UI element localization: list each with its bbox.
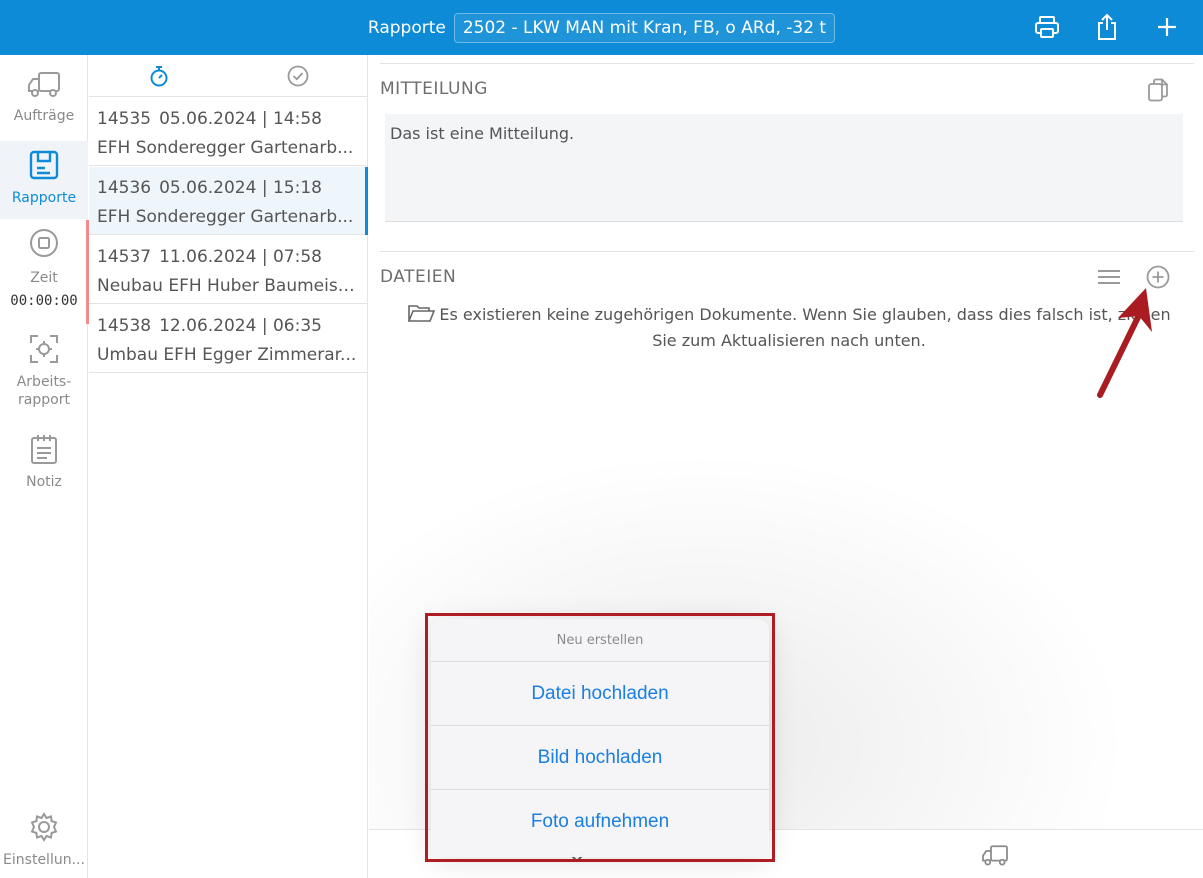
divider <box>380 63 1194 64</box>
take-photo-button[interactable]: Foto aufnehmen <box>431 790 769 854</box>
nav-label-line1: Arbeits- <box>16 374 72 390</box>
truck-icon[interactable] <box>979 842 1011 868</box>
share-icon[interactable] <box>1092 12 1122 42</box>
files-section-title: DATEIEN <box>380 267 457 287</box>
notepad-icon <box>29 433 59 469</box>
row-header: 14537 11.06.2024 | 07:58 <box>97 244 360 270</box>
nav-label: Rapporte <box>11 190 77 206</box>
report-title: EFH Sonderegger Gartenarb... <box>97 138 354 158</box>
printer-icon[interactable] <box>1032 12 1062 42</box>
list-item[interactable]: 14536 05.06.2024 | 15:18 EFH Sonderegger … <box>89 167 368 235</box>
upload-file-button[interactable]: Datei hochladen <box>431 662 769 726</box>
stop-icon <box>28 227 60 263</box>
list-item[interactable]: 14538 12.06.2024 | 06:35 Umbau EFH Egger … <box>89 305 368 373</box>
scan-icon <box>28 333 60 369</box>
page-title: Rapporte <box>367 17 446 38</box>
plus-icon[interactable] <box>1152 12 1182 42</box>
stopwatch-icon[interactable] <box>144 63 174 89</box>
report-list: 14535 05.06.2024 | 14:58 EFH Sonderegger … <box>89 55 368 878</box>
nav-item-arbeitsrapport[interactable]: Arbeits- rapport <box>0 333 88 419</box>
list-item[interactable]: 14535 05.06.2024 | 14:58 EFH Sonderegger … <box>89 98 368 166</box>
vehicle-selector[interactable]: 2502 - LKW MAN mit Kran, FB, o ARd, -32 … <box>453 12 836 43</box>
report-title: EFH Sonderegger Gartenarb... <box>97 207 354 227</box>
action-sheet: Neu erstellen Datei hochladen Bild hochl… <box>431 619 769 857</box>
report-datetime: 05.06.2024 | 14:58 <box>159 109 322 129</box>
nav-item-auftraege[interactable]: Aufträge <box>0 69 88 141</box>
row-header: 14535 05.06.2024 | 14:58 <box>97 106 360 132</box>
truck-icon <box>27 69 61 103</box>
report-number: 14537 <box>97 247 152 267</box>
files-empty-line1: Es existieren keine zugehörigen Dokument… <box>439 305 1171 324</box>
nav-label: Zeit <box>30 270 58 286</box>
report-datetime: 12.06.2024 | 06:35 <box>159 316 322 336</box>
report-icon <box>28 149 60 185</box>
report-title: Umbau EFH Egger Zimmerar... <box>97 345 357 365</box>
report-number: 14535 <box>97 109 152 129</box>
nav-item-notiz[interactable]: Notiz <box>0 433 88 499</box>
timer-display: 00:00:00 <box>10 293 78 309</box>
action-sheet-title: Neu erstellen <box>431 619 769 662</box>
report-datetime: 05.06.2024 | 15:18 <box>159 178 322 198</box>
copy-icon[interactable] <box>1145 77 1171 103</box>
list-tabs <box>89 55 368 97</box>
title-wrap: Rapporte 2502 - LKW MAN mit Kran, FB, o … <box>0 0 1203 55</box>
check-circle-icon[interactable] <box>283 63 313 89</box>
top-bar: Rapporte 2502 - LKW MAN mit Kran, FB, o … <box>0 0 1203 55</box>
nav-label: Notiz <box>26 474 62 490</box>
files-empty-message: Es existieren keine zugehörigen Dokument… <box>389 303 1189 352</box>
nav-label: Einstellun... <box>3 852 85 868</box>
files-empty-line2: Sie zum Aktualisieren nach unten. <box>652 331 926 350</box>
nav-label: Arbeits- rapport <box>17 373 72 409</box>
report-title: Neubau EFH Huber Baumeist... <box>97 276 360 296</box>
nav-item-zeit[interactable]: Zeit 00:00:00 <box>0 227 88 319</box>
nav-item-rapporte[interactable]: Rapporte <box>0 141 88 219</box>
row-header: 14536 05.06.2024 | 15:18 <box>97 175 360 201</box>
nav-label-line2: rapport <box>18 392 70 408</box>
message-section-title: MITTEILUNG <box>380 79 488 99</box>
report-number: 14538 <box>97 316 152 336</box>
annotation-arrow <box>1097 288 1152 398</box>
gear-icon <box>28 811 60 847</box>
left-nav: Aufträge Rapporte Zeit 00:00:00 Arbeits-… <box>0 55 88 878</box>
report-datetime: 11.06.2024 | 07:58 <box>159 247 322 267</box>
row-header: 14538 12.06.2024 | 06:35 <box>97 313 360 339</box>
list-item[interactable]: 14537 11.06.2024 | 07:58 Neubau EFH Huber… <box>89 236 368 304</box>
report-number: 14536 <box>97 178 152 198</box>
nav-label: Aufträge <box>13 108 75 124</box>
divider <box>380 251 1194 252</box>
nav-item-einstellungen[interactable]: Einstellun... <box>0 811 88 877</box>
message-textarea[interactable]: Das ist eine Mitteilung. <box>385 114 1183 222</box>
folder-open-icon <box>407 303 436 329</box>
upload-image-button[interactable]: Bild hochladen <box>431 726 769 790</box>
